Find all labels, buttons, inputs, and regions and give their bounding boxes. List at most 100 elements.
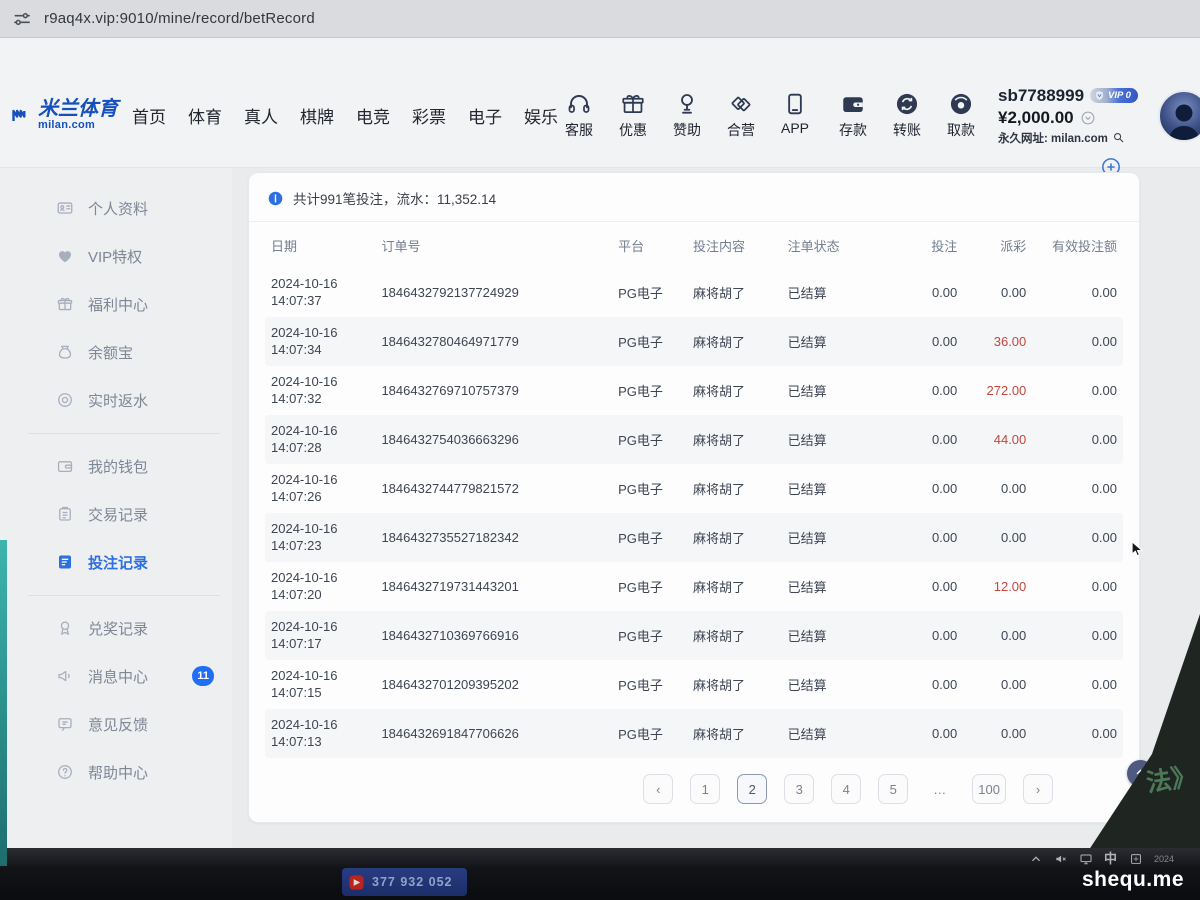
cell-order: 1846432691847706626 xyxy=(381,726,618,741)
header-action-transfer[interactable]: 转账 xyxy=(886,91,928,140)
taskbar-volume-muted[interactable] xyxy=(1054,852,1068,866)
sidebar-item-realtime-rebate[interactable]: 实时返水 xyxy=(0,376,232,424)
pagination-page-3[interactable]: 3 xyxy=(784,774,814,804)
nav-slots[interactable]: 电子 xyxy=(468,103,502,128)
cell-valid: 0.00 xyxy=(1026,579,1117,594)
summary-text: 共计991笔投注，流水：11,352.14 xyxy=(293,188,496,208)
cell-order: 1846432701209395202 xyxy=(381,677,618,692)
sidebar-item-help-center[interactable]: 帮助中心 xyxy=(0,748,232,796)
sidebar-item-vip-privileges[interactable]: VIP特权 xyxy=(0,232,232,280)
sidebar-item-prize-records[interactable]: 兑奖记录 xyxy=(0,604,232,652)
nav-board-games[interactable]: 棋牌 xyxy=(300,103,334,128)
balance-refresh-icon[interactable] xyxy=(1080,110,1096,126)
cell-order: 1846432744779821572 xyxy=(381,481,618,496)
taskbar-ime-tool[interactable] xyxy=(1129,852,1143,866)
cell-payout: 0.00 xyxy=(957,285,1026,300)
bottom-bezel: 377 932 052 中 2024 shequ.me xyxy=(0,848,1200,900)
info-icon xyxy=(267,190,284,207)
header-action-withdraw[interactable]: 取款 xyxy=(940,91,982,140)
username: sb7788999 xyxy=(998,86,1084,106)
pagination-page-100[interactable]: 100 xyxy=(972,774,1006,804)
cell-status: 已结算 xyxy=(788,381,891,400)
nav-esports[interactable]: 电竞 xyxy=(356,103,390,128)
logo-title: 米兰体育 xyxy=(38,99,118,120)
sidebar-item-transaction-records[interactable]: 交易记录 xyxy=(0,490,232,538)
cell-time: 14:07:23 xyxy=(271,538,381,555)
col-order: 订单号 xyxy=(381,236,618,255)
sidebar-item-bet-records[interactable]: 投注记录 xyxy=(0,538,232,586)
sponsor-icon xyxy=(674,91,700,117)
header-action-partnership[interactable]: 合营 xyxy=(720,91,762,140)
cell-order: 1846432735527182342 xyxy=(381,530,618,545)
pagination-page-5[interactable]: 5 xyxy=(878,774,908,804)
pagination-more-pages[interactable]: … xyxy=(925,774,955,804)
pagination-page-1[interactable]: 1 xyxy=(690,774,720,804)
cell-platform: PG电子 xyxy=(618,577,693,596)
table-row-3: 2024-10-16 14:07:28 1846432754036663296 … xyxy=(265,415,1123,464)
banner-logo-icon xyxy=(348,874,365,891)
header-action-app[interactable]: APP xyxy=(774,91,816,136)
sidebar-item-message-center[interactable]: 消息中心 11 xyxy=(0,652,232,700)
cell-valid: 0.00 xyxy=(1026,481,1117,496)
sidebar-item-welfare-center[interactable]: 福利中心 xyxy=(0,280,232,328)
search-icon[interactable] xyxy=(1112,131,1125,144)
cell-payout: 0.00 xyxy=(957,726,1026,741)
cell-content: 麻将胡了 xyxy=(693,430,788,449)
nav-lottery[interactable]: 彩票 xyxy=(412,103,446,128)
sidebar-item-feedback[interactable]: 意见反馈 xyxy=(0,700,232,748)
site-logo[interactable]: 米兰体育 milan.com xyxy=(10,99,118,132)
header-action-sponsor[interactable]: 赞助 xyxy=(666,91,708,140)
arrow-up-icon xyxy=(1133,766,1148,781)
prize-icon xyxy=(56,619,74,637)
pagination-next[interactable]: › xyxy=(1023,774,1053,804)
cell-content: 麻将胡了 xyxy=(693,381,788,400)
table-row-7: 2024-10-16 14:07:17 1846432710369766916 … xyxy=(265,611,1123,660)
cell-content: 麻将胡了 xyxy=(693,626,788,645)
taskbar-display[interactable] xyxy=(1079,852,1093,866)
url-text[interactable]: r9aq4x.vip:9010/mine/record/betRecord xyxy=(44,10,315,27)
nav-sports[interactable]: 体育 xyxy=(188,103,222,128)
header-action-promotions[interactable]: 优惠 xyxy=(612,91,654,140)
main-content: 共计991笔投注，流水：11,352.14 日期 订单号 平台 投注内容 注单状… xyxy=(232,168,1200,848)
screen-edge-glow xyxy=(0,540,7,866)
cell-time: 14:07:34 xyxy=(271,342,381,359)
header-wallet-actions: 存款 转账 取款 xyxy=(832,91,982,140)
header-action-customer-service[interactable]: 客服 xyxy=(558,91,600,140)
cell-valid: 0.00 xyxy=(1026,285,1117,300)
app-icon xyxy=(782,91,808,117)
sidebar-item-my-wallet[interactable]: 我的钱包 xyxy=(0,442,232,490)
cell-valid: 0.00 xyxy=(1026,530,1117,545)
deposit-icon xyxy=(840,91,866,117)
browser-bar: r9aq4x.vip:9010/mine/record/betRecord xyxy=(0,0,1200,38)
cell-time: 14:07:32 xyxy=(271,391,381,408)
pagination-page-4[interactable]: 4 xyxy=(831,774,861,804)
cell-bet: 0.00 xyxy=(890,530,957,545)
help-icon xyxy=(56,763,74,781)
taskbar-tray-expand[interactable] xyxy=(1029,852,1043,866)
sidebar-item-profile[interactable]: 个人资料 xyxy=(0,184,232,232)
cell-time: 14:07:26 xyxy=(271,489,381,506)
cell-status: 已结算 xyxy=(788,430,891,449)
cell-status: 已结算 xyxy=(788,528,891,547)
nav-live-casino[interactable]: 真人 xyxy=(244,103,278,128)
permanent-url: 永久网址: milan.com xyxy=(998,130,1108,146)
cell-bet: 0.00 xyxy=(890,383,957,398)
back-to-top-button[interactable] xyxy=(1127,760,1154,787)
pagination-prev[interactable]: ‹ xyxy=(643,774,673,804)
cell-status: 已结算 xyxy=(788,332,891,351)
cell-valid: 0.00 xyxy=(1026,334,1117,349)
betdoc-icon xyxy=(56,553,74,571)
cell-date: 2024-10-16 xyxy=(271,668,381,685)
cell-status: 已结算 xyxy=(788,724,891,743)
cell-content: 麻将胡了 xyxy=(693,479,788,498)
nav-home[interactable]: 首页 xyxy=(132,103,166,128)
col-content: 投注内容 xyxy=(693,236,788,255)
contact-banner: 377 932 052 xyxy=(342,868,467,896)
nav-entertainment[interactable]: 娱乐 xyxy=(524,103,558,128)
header-action-deposit[interactable]: 存款 xyxy=(832,91,874,140)
sidebar-item-yuebao[interactable]: 余额宝 xyxy=(0,328,232,376)
pagination-page-2[interactable]: 2 xyxy=(737,774,767,804)
wallet-icon xyxy=(56,457,74,475)
avatar[interactable] xyxy=(1158,90,1200,142)
taskbar-ime-chinese[interactable]: 中 xyxy=(1104,852,1118,866)
